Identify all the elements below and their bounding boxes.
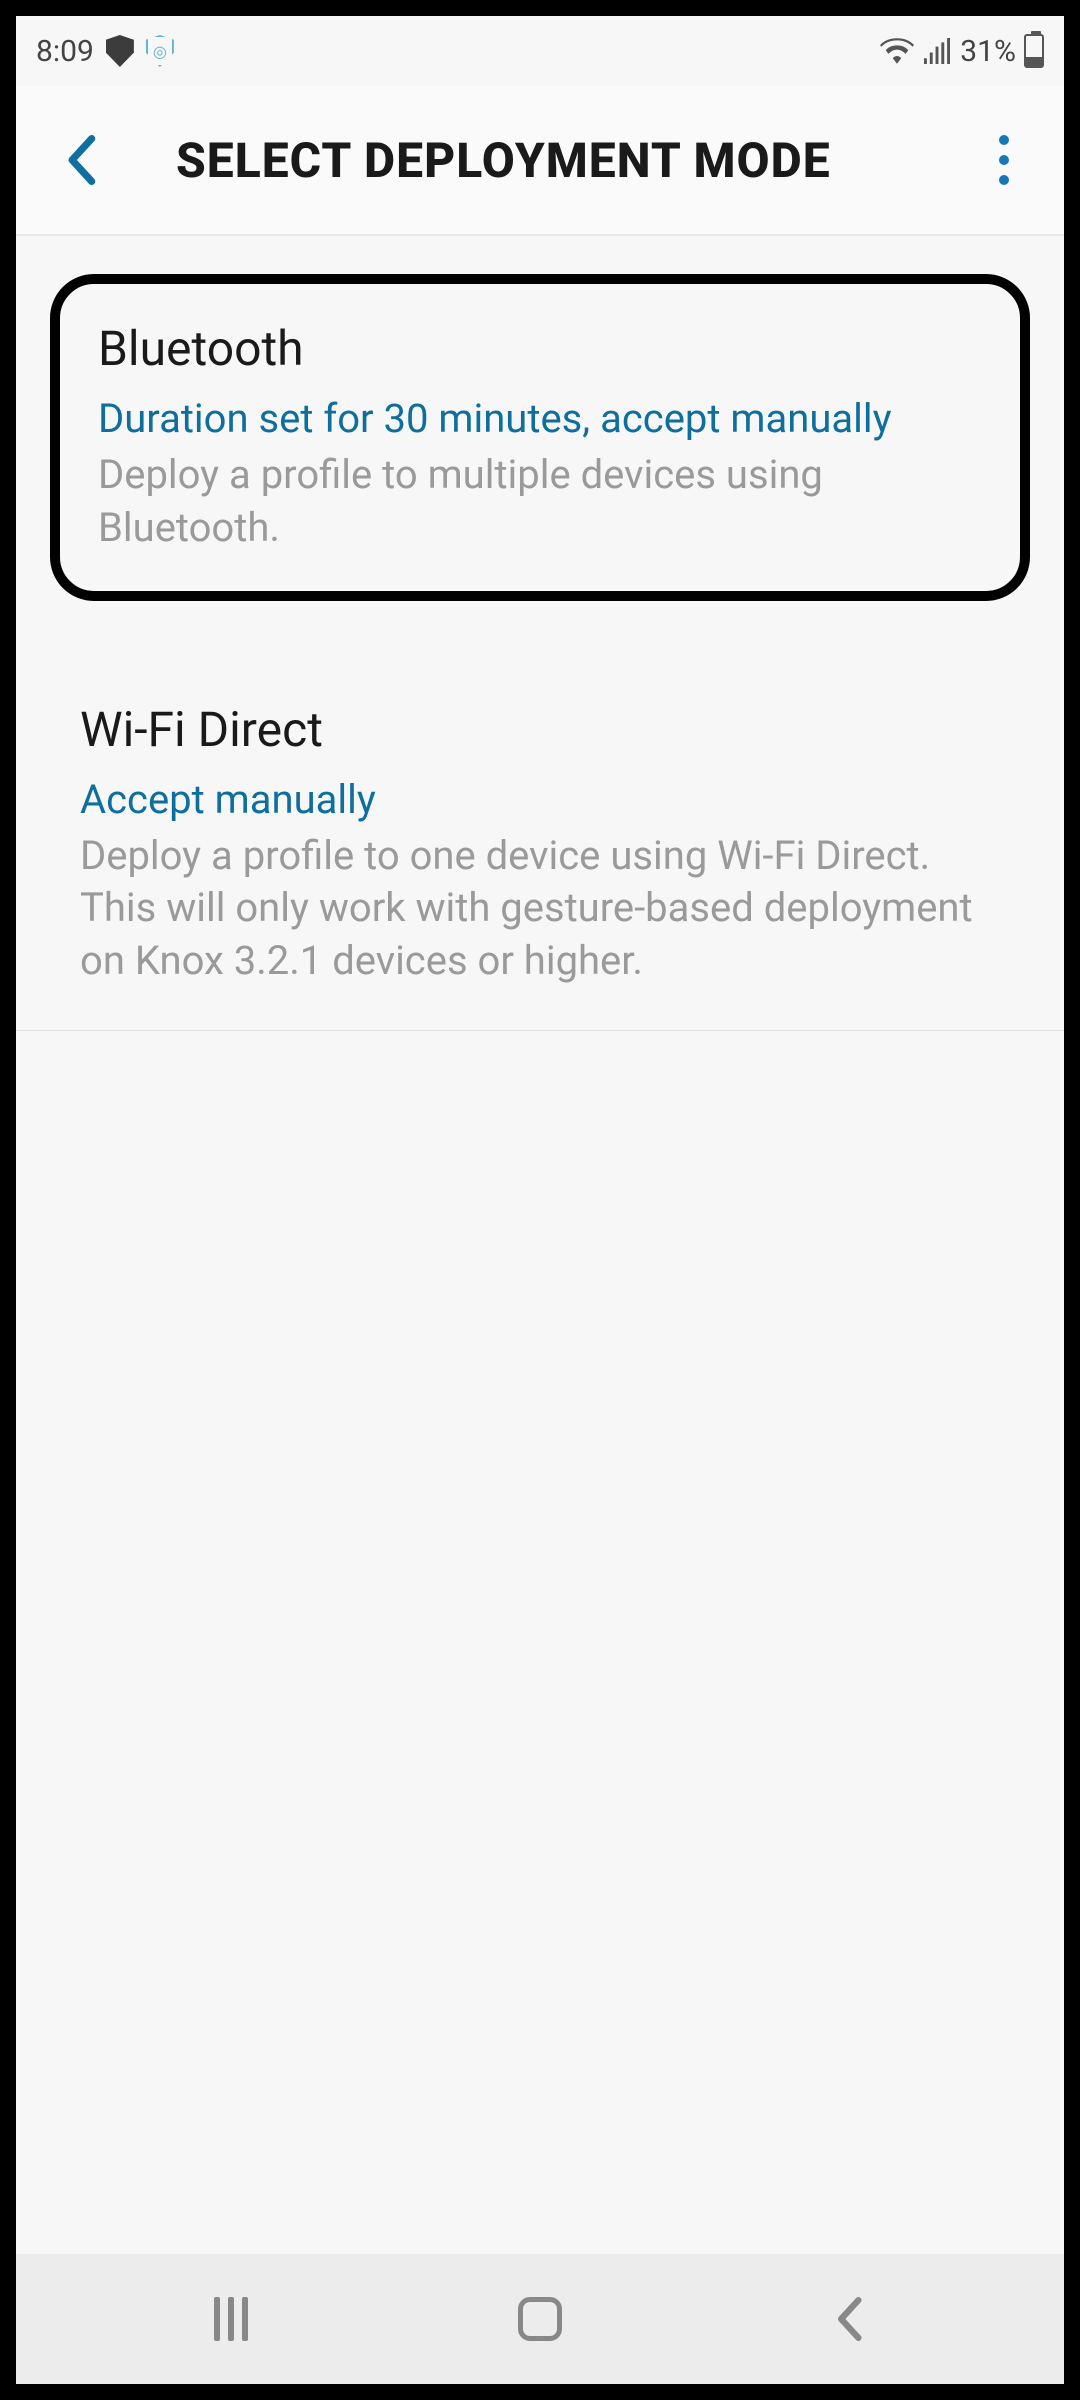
app-bar: SELECT DEPLOYMENT MODE <box>16 86 1064 236</box>
home-button[interactable] <box>480 2279 600 2359</box>
more-options-button[interactable] <box>974 125 1034 195</box>
status-bar: 8:09 ◎ 31% <box>16 16 1064 86</box>
content-area: Bluetooth Duration set for 30 minutes, a… <box>16 236 1064 2254</box>
option-description: Deploy a profile to one device using Wi-… <box>80 830 1000 988</box>
page-title: SELECT DEPLOYMENT MODE <box>116 132 974 189</box>
option-subtitle: Duration set for 30 minutes, accept manu… <box>98 393 982 445</box>
nav-back-button[interactable] <box>789 2279 909 2359</box>
signal-icon <box>922 38 952 64</box>
option-bluetooth[interactable]: Bluetooth Duration set for 30 minutes, a… <box>50 274 1030 601</box>
option-title: Wi-Fi Direct <box>80 701 1000 758</box>
wifi-icon <box>880 38 914 64</box>
option-subtitle: Accept manually <box>80 774 1000 826</box>
security-shield-icon <box>106 35 134 67</box>
recents-button[interactable] <box>171 2279 291 2359</box>
status-time: 8:09 <box>36 34 94 69</box>
knox-shield-icon: ◎ <box>146 35 174 67</box>
battery-percentage: 31% <box>960 34 1016 69</box>
navigation-bar <box>16 2254 1064 2384</box>
option-wifi-direct[interactable]: Wi-Fi Direct Accept manually Deploy a pr… <box>16 661 1064 1031</box>
option-description: Deploy a profile to multiple devices usi… <box>98 449 982 555</box>
back-button[interactable] <box>46 125 116 195</box>
option-title: Bluetooth <box>98 320 982 377</box>
battery-icon <box>1024 34 1044 68</box>
